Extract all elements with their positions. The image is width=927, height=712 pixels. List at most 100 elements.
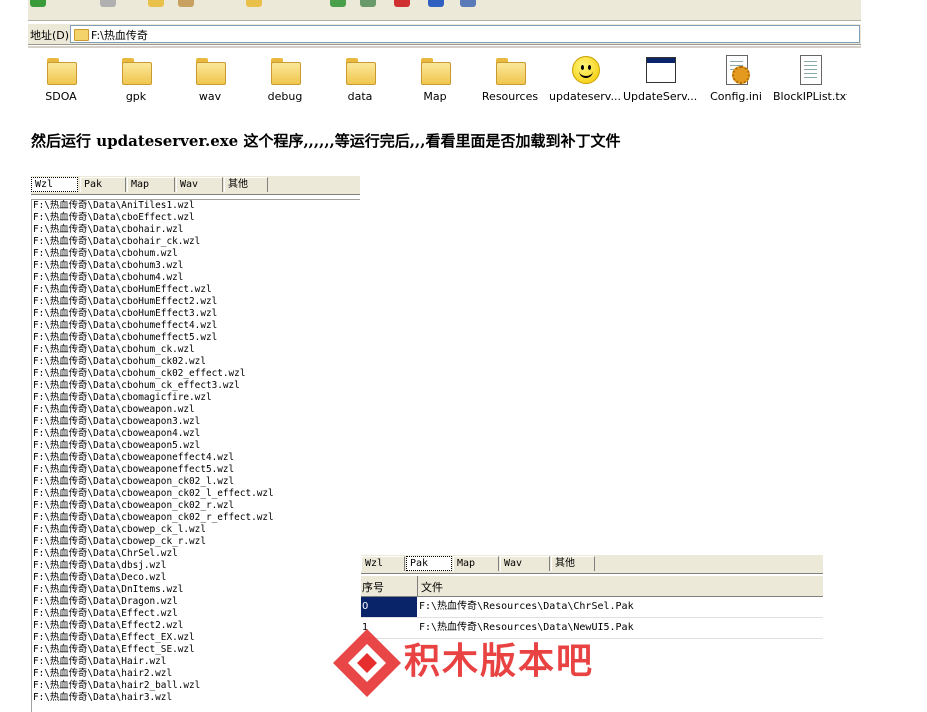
- list-item[interactable]: F:\热血传奇\Data\cboweapon_ck02_r.wzl: [32, 500, 360, 512]
- left-tab-strip: Wzl Pak Map Wav 其他: [31, 176, 360, 195]
- folder-icon: [494, 54, 526, 86]
- address-input[interactable]: F:\热血传奇: [70, 25, 860, 43]
- list-item[interactable]: F:\热血传奇\Data\cbohum_ck02.wzl: [32, 356, 360, 368]
- list-item[interactable]: F:\热血传奇\Data\cbohumeffect4.wzl: [32, 320, 360, 332]
- list-item[interactable]: F:\热血传奇\Data\cboweapon_ck02_l_effect.wzl: [32, 488, 360, 500]
- list-item[interactable]: F:\热血传奇\Data\cbohumeffect5.wzl: [32, 332, 360, 344]
- list-item[interactable]: F:\热血传奇\Data\cboweapon_ck02_r_effect.wzl: [32, 512, 360, 524]
- file-item-label: BlockIPList.txt: [773, 90, 847, 103]
- list-item[interactable]: F:\热血传奇\Data\cboEffect.wzl: [32, 212, 360, 224]
- list-item[interactable]: F:\热血传奇\Data\Hair.wzl: [32, 656, 360, 668]
- tab-other[interactable]: 其他: [551, 556, 595, 571]
- list-item[interactable]: F:\热血传奇\Data\Effect_SE.wzl: [32, 644, 360, 656]
- search-icon[interactable]: [178, 0, 194, 7]
- list-item[interactable]: F:\热血传奇\Data\cboHumEffect.wzl: [32, 284, 360, 296]
- file-item[interactable]: debug: [248, 54, 322, 103]
- list-item[interactable]: F:\热血传奇\Data\DnItems.wzl: [32, 584, 360, 596]
- window-icon: [644, 54, 676, 86]
- tab-wav[interactable]: Wav: [500, 556, 550, 571]
- folder-icon: [74, 29, 89, 41]
- file-item[interactable]: updateserv...: [548, 54, 622, 103]
- list-item[interactable]: F:\热血传奇\Data\Effect_EX.wzl: [32, 632, 360, 644]
- list-item[interactable]: F:\热血传奇\Data\cboHumEffect3.wzl: [32, 308, 360, 320]
- file-item[interactable]: Map: [398, 54, 472, 103]
- tab-map[interactable]: Map: [453, 556, 499, 571]
- file-item[interactable]: SDOA: [24, 54, 98, 103]
- list-item[interactable]: F:\热血传奇\Data\cboweapon.wzl: [32, 404, 360, 416]
- file-item[interactable]: Config.ini: [699, 54, 773, 103]
- list-item[interactable]: F:\热血传奇\Data\cbohum.wzl: [32, 248, 360, 260]
- list-item[interactable]: F:\热血传奇\Data\cbohum4.wzl: [32, 272, 360, 284]
- delete-icon[interactable]: [394, 0, 410, 7]
- column-divider[interactable]: [417, 576, 418, 596]
- list-item[interactable]: F:\热血传奇\Data\cbohum_ck_effect3.wzl: [32, 380, 360, 392]
- list-item[interactable]: F:\热血传奇\Data\cboweapon3.wzl: [32, 416, 360, 428]
- file-item[interactable]: Resources: [473, 54, 547, 103]
- list-item[interactable]: F:\热血传奇\Data\Dragon.wzl: [32, 596, 360, 608]
- file-item-label: debug: [267, 90, 303, 103]
- tab-pak[interactable]: Pak: [80, 177, 126, 192]
- list-item[interactable]: F:\热血传奇\Data\Effect2.wzl: [32, 620, 360, 632]
- file-item-label: data: [347, 90, 373, 103]
- back-icon[interactable]: [30, 0, 46, 7]
- list-item[interactable]: F:\热血传奇\Data\cbohum3.wzl: [32, 260, 360, 272]
- smiley-icon: [569, 54, 601, 86]
- list-item[interactable]: F:\热血传奇\Data\AniTiles1.wzl: [32, 200, 360, 212]
- file-item[interactable]: UpdateServ...: [623, 54, 697, 103]
- views-icon[interactable]: [460, 0, 476, 7]
- list-item[interactable]: F:\热血传奇\Data\dbsj.wzl: [32, 560, 360, 572]
- tab-pak[interactable]: Pak: [406, 556, 452, 571]
- list-item[interactable]: F:\热血传奇\Data\cbohair.wzl: [32, 224, 360, 236]
- column-index[interactable]: 序号: [362, 579, 384, 595]
- list-item[interactable]: F:\热血传奇\Data\cboweaponeffect4.wzl: [32, 452, 360, 464]
- forward-icon[interactable]: [100, 0, 116, 7]
- file-item-label: updateserv...: [549, 90, 621, 103]
- list-item[interactable]: F:\热血传奇\Data\hair2.wzl: [32, 668, 360, 680]
- file-item[interactable]: data: [323, 54, 397, 103]
- list-item[interactable]: F:\热血传奇\Data\cbomagicfire.wzl: [32, 392, 360, 404]
- list-item[interactable]: F:\热血传奇\Data\Effect.wzl: [32, 608, 360, 620]
- wzl-file-list[interactable]: F:\热血传奇\Data\AniTiles1.wzl F:\热血传奇\Data\c…: [31, 199, 360, 712]
- list-item[interactable]: F:\热血传奇\Data\cbohum_ck02_effect.wzl: [32, 368, 360, 380]
- tab-wzl[interactable]: Wzl: [31, 177, 78, 192]
- list-item[interactable]: F:\热血传奇\Data\cbohair_ck.wzl: [32, 236, 360, 248]
- folder-icon: [120, 54, 152, 86]
- list-item[interactable]: F:\热血传奇\Data\cboweapon5.wzl: [32, 440, 360, 452]
- file-item-label: Map: [423, 90, 447, 103]
- file-item[interactable]: BlockIPList.txt: [773, 54, 847, 103]
- list-item[interactable]: F:\热血传奇\Data\cboweapon4.wzl: [32, 428, 360, 440]
- folder-icon: [194, 54, 226, 86]
- tab-other[interactable]: 其他: [224, 177, 268, 192]
- tab-wzl[interactable]: Wzl: [361, 556, 405, 571]
- column-file[interactable]: 文件: [421, 579, 443, 595]
- undo-icon[interactable]: [428, 0, 444, 7]
- move-to-icon[interactable]: [330, 0, 346, 7]
- tab-map[interactable]: Map: [127, 177, 175, 192]
- folder-icon: [45, 54, 77, 86]
- address-label: 地址(D): [30, 29, 70, 42]
- explorer-toolbar: [28, 0, 861, 21]
- table-row[interactable]: 0 F:\热血传奇\Resources\Data\ChrSel.Pak: [361, 597, 823, 618]
- list-item[interactable]: F:\热血传奇\Data\cbohum_ck.wzl: [32, 344, 360, 356]
- list-item[interactable]: F:\热血传奇\Data\hair2_ball.wzl: [32, 680, 360, 692]
- file-item[interactable]: wav: [173, 54, 247, 103]
- list-item[interactable]: F:\热血传奇\Data\Deco.wzl: [32, 572, 360, 584]
- pak-table-header: 序号 文件: [361, 576, 823, 597]
- list-item[interactable]: F:\热血传奇\Data\cbowep_ck_r.wzl: [32, 536, 360, 548]
- list-item[interactable]: F:\热血传奇\Data\cboHumEffect2.wzl: [32, 296, 360, 308]
- list-item[interactable]: F:\热血传奇\Data\cbowep_ck_l.wzl: [32, 524, 360, 536]
- address-bar: 地址(D) F:\热血传奇: [28, 23, 861, 45]
- copy-to-icon[interactable]: [360, 0, 376, 7]
- up-folder-icon[interactable]: [148, 0, 164, 7]
- folders-icon[interactable]: [246, 0, 262, 7]
- file-item-label: Resources: [481, 90, 539, 103]
- list-item[interactable]: F:\热血传奇\Data\cboweapon_ck02_l.wzl: [32, 476, 360, 488]
- list-item[interactable]: F:\热血传奇\Data\ChrSel.wzl: [32, 548, 360, 560]
- tab-wav[interactable]: Wav: [176, 177, 223, 192]
- list-item[interactable]: F:\热血传奇\Data\cboweaponeffect5.wzl: [32, 464, 360, 476]
- file-item[interactable]: gpk: [99, 54, 173, 103]
- list-item[interactable]: F:\热血传奇\Data\hair3.wzl: [32, 692, 360, 704]
- file-item-label: Config.ini: [710, 90, 762, 103]
- text-file-icon: [794, 54, 826, 86]
- watermark-text: 积木版本吧: [404, 641, 595, 682]
